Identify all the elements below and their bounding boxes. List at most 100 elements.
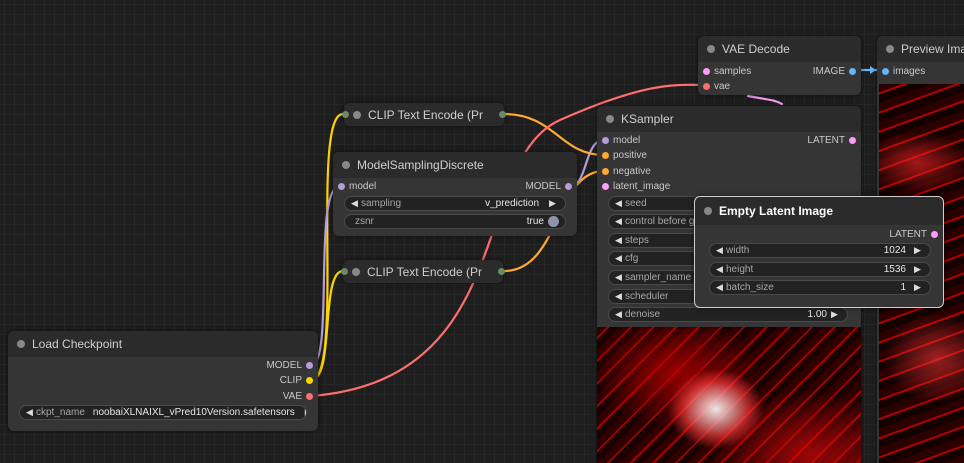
widget-label: denoise: [625, 309, 661, 320]
collapse-dot-icon[interactable]: [707, 45, 715, 53]
input-latent-image[interactable]: latent_image: [597, 179, 717, 193]
widget-denoise[interactable]: ◀ denoise 1.00 ▶: [608, 307, 848, 322]
output-slot-icon[interactable]: [499, 111, 506, 118]
widget-value: 1.00: [807, 309, 827, 320]
collapse-dot-icon[interactable]: [342, 161, 350, 169]
collapse-dot-icon[interactable]: [704, 207, 712, 215]
slot-dot-icon[interactable]: [703, 82, 710, 90]
input-slot-icon[interactable]: [342, 111, 349, 118]
input-label: images: [893, 65, 926, 77]
widget-ckpt-name[interactable]: ◀ ckpt_name noobaiXLNAIXL_vPred10Version…: [19, 405, 307, 420]
node-title[interactable]: CLIP Text Encode (Pr: [344, 103, 504, 126]
slot-dot-icon[interactable]: [338, 182, 345, 190]
arrow-left-icon[interactable]: ◀: [615, 291, 625, 302]
arrow-left-icon[interactable]: ◀: [615, 253, 625, 264]
collapse-dot-icon[interactable]: [17, 340, 25, 348]
widget-label: scheduler: [625, 291, 669, 302]
slot-dot-icon[interactable]: [849, 67, 856, 75]
arrow-left-icon[interactable]: ◀: [26, 407, 36, 418]
node-title[interactable]: Preview Image: [877, 36, 964, 62]
arrow-left-icon[interactable]: ◀: [615, 235, 625, 246]
arrow-left-icon[interactable]: ◀: [615, 198, 625, 209]
output-vae[interactable]: VAE: [218, 389, 318, 403]
slot-dot-icon[interactable]: [931, 230, 938, 238]
input-images[interactable]: images: [877, 64, 957, 78]
widget-sampling[interactable]: ◀ sampling v_prediction ▶: [344, 196, 566, 211]
widget-label: sampler_name: [625, 272, 692, 283]
arrow-right-icon[interactable]: ▶: [831, 309, 841, 320]
slot-dot-icon[interactable]: [602, 182, 609, 190]
arrow-right-icon[interactable]: ▶: [549, 198, 559, 209]
arrow-left-icon[interactable]: ◀: [615, 309, 625, 320]
output-label: MODEL: [525, 180, 561, 192]
output-image[interactable]: IMAGE: [781, 64, 861, 78]
arrow-right-icon[interactable]: ▶: [305, 407, 306, 418]
arrow-right-icon[interactable]: ▶: [914, 245, 924, 256]
input-vae[interactable]: vae: [698, 79, 788, 93]
widget-value: 1536: [883, 264, 906, 275]
arrow-left-icon[interactable]: ◀: [716, 264, 726, 275]
slot-dot-icon[interactable]: [306, 392, 313, 400]
toggle-knob-icon[interactable]: [548, 216, 559, 227]
slot-dot-icon[interactable]: [306, 376, 313, 384]
output-latent[interactable]: LATENT: [843, 227, 943, 241]
node-title-text: VAE Decode: [722, 42, 790, 56]
input-negative[interactable]: negative: [597, 164, 717, 178]
slot-dot-icon[interactable]: [306, 361, 313, 369]
arrow-left-icon[interactable]: ◀: [716, 245, 726, 256]
node-title-text: KSampler: [621, 112, 674, 126]
slot-dot-icon[interactable]: [849, 136, 856, 144]
node-clip-text-encode-positive[interactable]: CLIP Text Encode (Pr: [342, 103, 506, 126]
widget-zsnr[interactable]: zsnr true: [344, 214, 566, 229]
node-title[interactable]: Empty Latent Image: [695, 197, 943, 225]
node-title-text: Load Checkpoint: [32, 337, 123, 351]
output-model[interactable]: MODEL: [218, 358, 318, 372]
node-load-checkpoint[interactable]: Load Checkpoint MODEL CLIP VAE ◀ ckpt_na…: [8, 331, 318, 431]
collapse-dot-icon[interactable]: [352, 267, 360, 276]
input-positive[interactable]: positive: [597, 148, 717, 162]
node-title[interactable]: ModelSamplingDiscrete: [333, 152, 577, 178]
widget-width[interactable]: ◀ width 1024 ▶: [709, 243, 931, 258]
output-label: IMAGE: [812, 65, 845, 77]
widget-label: height: [726, 264, 754, 275]
arrow-left-icon[interactable]: ◀: [351, 198, 361, 209]
node-clip-text-encode-negative[interactable]: CLIP Text Encode (Pr: [341, 260, 505, 283]
arrow-right-icon[interactable]: ▶: [914, 264, 924, 275]
node-model-sampling-discrete[interactable]: ModelSamplingDiscrete model MODEL ◀ samp…: [333, 152, 577, 236]
widget-batch-size[interactable]: ◀ batch_size 1 ▶: [709, 280, 931, 295]
arrow-left-icon[interactable]: ◀: [615, 272, 625, 283]
collapse-dot-icon[interactable]: [353, 110, 361, 119]
node-title[interactable]: KSampler: [597, 106, 861, 132]
collapse-dot-icon[interactable]: [606, 115, 614, 123]
node-title[interactable]: CLIP Text Encode (Pr: [343, 260, 503, 283]
node-title[interactable]: Load Checkpoint: [8, 331, 318, 357]
widget-label: sampling: [361, 198, 402, 209]
node-empty-latent-image[interactable]: Empty Latent Image LATENT ◀ width 1024 ▶…: [694, 196, 944, 308]
input-model[interactable]: model: [333, 179, 433, 193]
slot-dot-icon[interactable]: [703, 67, 710, 75]
slot-dot-icon[interactable]: [882, 67, 889, 75]
arrow-left-icon[interactable]: ◀: [716, 282, 726, 293]
output-model[interactable]: MODEL: [477, 179, 577, 193]
node-title-text: Preview Image: [901, 42, 964, 56]
arrow-right-icon[interactable]: ▶: [914, 282, 924, 293]
slot-dot-icon[interactable]: [602, 136, 609, 144]
input-model[interactable]: model: [597, 133, 717, 147]
output-slot-icon[interactable]: [498, 268, 505, 275]
slot-dot-icon[interactable]: [565, 182, 572, 190]
arrow-left-icon[interactable]: ◀: [615, 216, 625, 227]
input-slot-icon[interactable]: [341, 268, 348, 275]
collapse-dot-icon[interactable]: [886, 45, 894, 53]
input-samples[interactable]: samples: [698, 64, 788, 78]
slot-dot-icon[interactable]: [602, 167, 609, 175]
output-latent[interactable]: LATENT: [771, 133, 861, 147]
input-label: model: [613, 134, 641, 146]
node-vae-decode[interactable]: VAE Decode samples vae IMAGE: [698, 36, 861, 95]
widget-height[interactable]: ◀ height 1536 ▶: [709, 262, 931, 277]
node-title[interactable]: VAE Decode: [698, 36, 861, 62]
node-title-text: Empty Latent Image: [719, 204, 834, 218]
input-label: latent_image: [613, 180, 671, 192]
node-title-text: CLIP Text Encode (Pr: [367, 264, 482, 279]
output-clip[interactable]: CLIP: [218, 373, 318, 387]
slot-dot-icon[interactable]: [602, 151, 609, 159]
